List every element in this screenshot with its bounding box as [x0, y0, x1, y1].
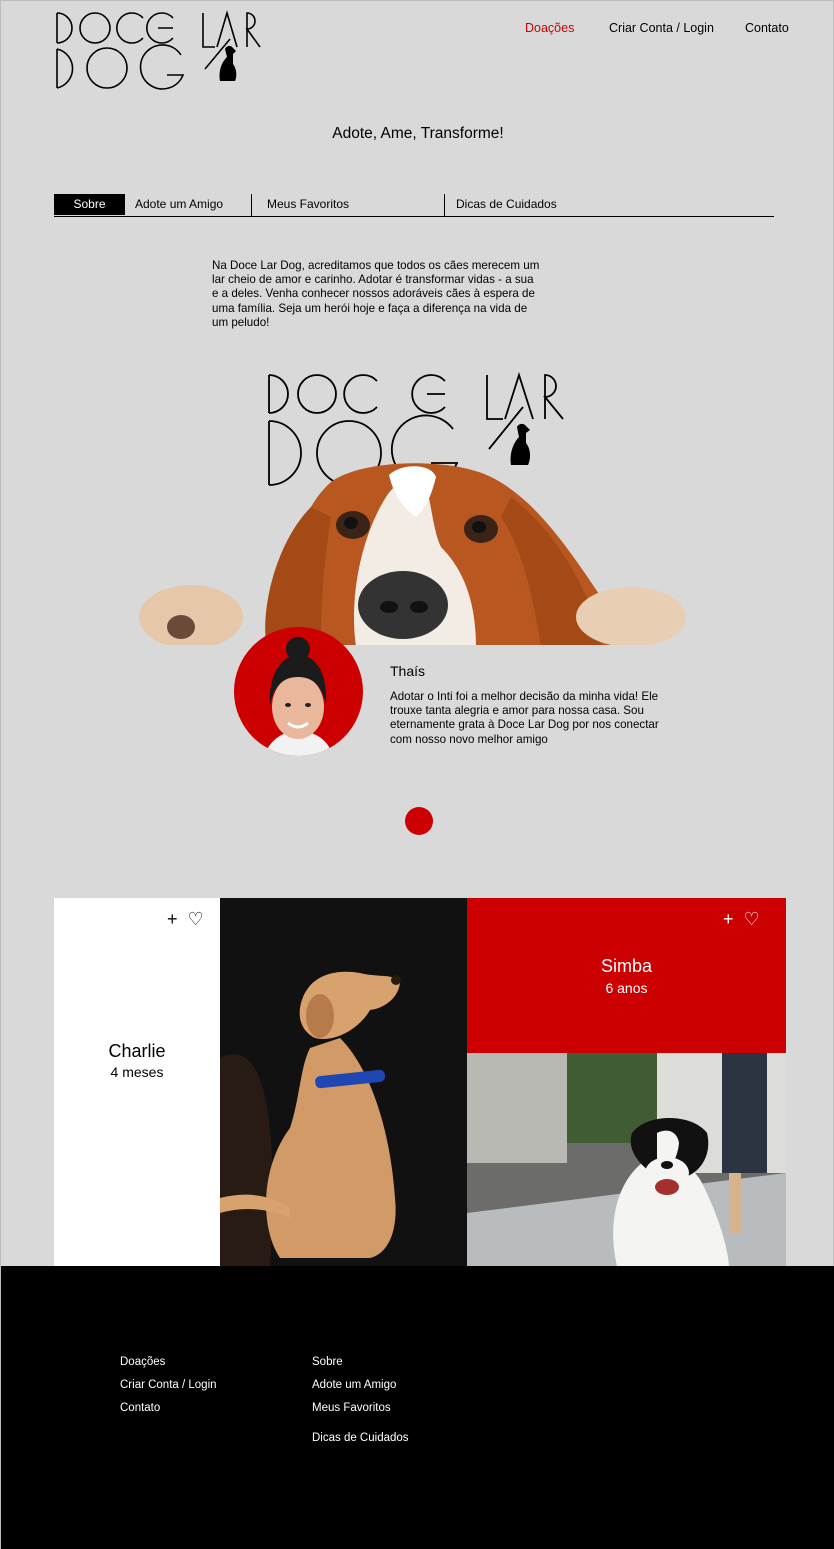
- dog-street-image: [467, 1053, 786, 1266]
- tab-adote-um-amigo[interactable]: Adote um Amigo: [135, 194, 223, 215]
- charlie-photo: [220, 898, 467, 1266]
- footer-link-sobre[interactable]: Sobre: [312, 1356, 343, 1368]
- tab-dicas-de-cuidados[interactable]: Dicas de Cuidados: [456, 194, 557, 215]
- nav-doacoes[interactable]: Doações: [525, 21, 574, 35]
- heart-icon[interactable]: ♡: [744, 910, 760, 928]
- pet-name: Charlie: [108, 1041, 166, 1061]
- tab-meus-favoritos[interactable]: Meus Favoritos: [267, 194, 349, 215]
- heart-icon[interactable]: ♡: [188, 910, 204, 928]
- footer-link-adote-um-amigo[interactable]: Adote um Amigo: [312, 1379, 396, 1391]
- pet-card-charlie[interactable]: + ♡ Charlie 4 meses: [54, 898, 220, 1266]
- pet-name: Simba: [600, 956, 653, 976]
- carousel-indicator[interactable]: [405, 807, 433, 835]
- tab-sobre[interactable]: Sobre: [54, 194, 125, 215]
- add-icon[interactable]: +: [167, 910, 178, 928]
- footer-link-meus-favoritos[interactable]: Meus Favoritos: [312, 1402, 391, 1414]
- footer-link-contato[interactable]: Contato: [120, 1402, 160, 1414]
- testimonial-name: Thaís: [390, 663, 426, 679]
- nav-criar-conta-login[interactable]: Criar Conta / Login: [609, 21, 714, 35]
- pet-age: 6 anos: [605, 980, 648, 996]
- doce-lar-dog-logo[interactable]: [55, 9, 265, 91]
- card-actions: + ♡: [167, 910, 204, 928]
- pet-card-simba[interactable]: + ♡ Simba 6 anos: [467, 898, 786, 1053]
- simba-photo: [467, 1053, 786, 1266]
- testimonial-text: Adotar o Inti foi a melhor decisão da mi…: [390, 690, 659, 746]
- tab-divider: [251, 194, 252, 216]
- nav-contato[interactable]: Contato: [745, 21, 789, 35]
- hero-beagle-image: [131, 372, 691, 647]
- testimonial-avatar: [234, 627, 363, 756]
- footer-link-criar-conta-login[interactable]: Criar Conta / Login: [120, 1379, 217, 1391]
- tagline: Adote, Ame, Transforme!: [332, 125, 504, 142]
- pet-age: 4 meses: [110, 1064, 164, 1080]
- woman-portrait-icon: [264, 637, 333, 756]
- card-actions: + ♡: [723, 910, 760, 928]
- about-text: Na Doce Lar Dog, acreditamos que todos o…: [212, 259, 540, 329]
- tab-divider: [444, 194, 445, 216]
- footer-link-doacoes[interactable]: Doações: [120, 1356, 165, 1368]
- tab-bar: Sobre Adote um Amigo Meus Favoritos Dica…: [54, 194, 774, 217]
- footer: Doações Criar Conta / Login Contato Sobr…: [1, 1266, 834, 1549]
- puppy-image: [220, 898, 467, 1266]
- add-icon[interactable]: +: [723, 910, 734, 928]
- footer-link-dicas-de-cuidados[interactable]: Dicas de Cuidados: [312, 1432, 409, 1444]
